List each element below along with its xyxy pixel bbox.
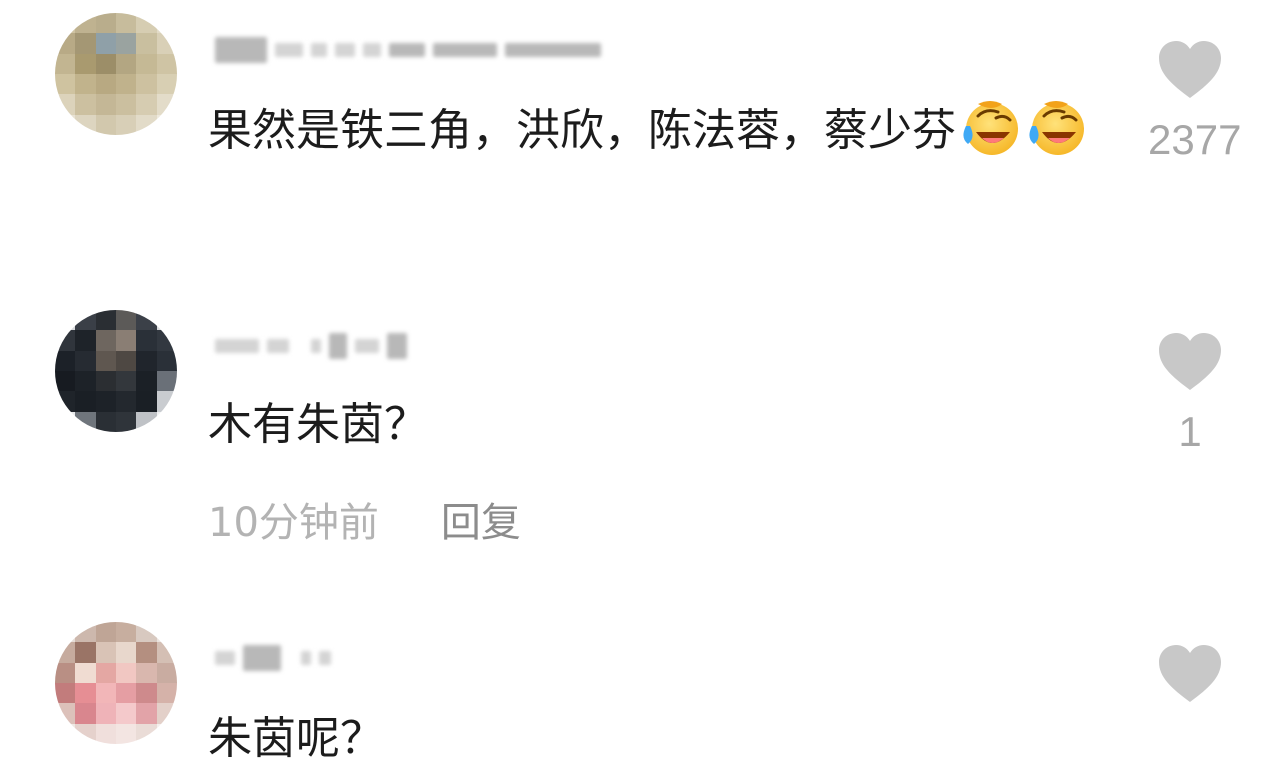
comment-meta: 10分钟前 回复 (208, 490, 521, 548)
comment-text: 果然是铁三角，洪欣，陈法蓉，蔡少芬 (208, 94, 1088, 168)
laughing-crying-emoji-icon (1022, 96, 1088, 162)
heart-icon (1159, 41, 1221, 98)
comment-text-content: 果然是铁三角，洪欣，陈法蓉，蔡少芬 (208, 105, 956, 156)
like-button[interactable]: 1 (1148, 332, 1232, 456)
heart-icon (1159, 333, 1221, 390)
avatar[interactable] (55, 622, 177, 744)
comment-list: 果然是铁三角，洪欣，陈法蓉，蔡少芬 2377 木有朱茵？ 1 10分钟前 回复 … (0, 0, 1268, 778)
like-count: 1 (1178, 408, 1202, 455)
laughing-crying-emoji-icon (956, 96, 1022, 162)
like-button[interactable] (1148, 644, 1232, 704)
username[interactable] (215, 30, 609, 70)
timestamp: 10分钟前 (208, 500, 379, 546)
username[interactable] (215, 638, 339, 678)
like-count: 2377 (1148, 116, 1242, 163)
comment-text-content: 木有朱茵？ (208, 399, 428, 450)
comment-text: 朱茵呢？ (208, 702, 1088, 776)
comment-text-content: 朱茵呢？ (208, 713, 384, 764)
heart-icon (1159, 645, 1221, 702)
username[interactable] (215, 326, 415, 366)
like-button[interactable]: 2377 (1148, 40, 1242, 164)
avatar[interactable] (55, 13, 177, 135)
reply-button[interactable]: 回复 (441, 490, 521, 548)
comment-text: 木有朱茵？ (208, 388, 1088, 462)
avatar[interactable] (55, 310, 177, 432)
